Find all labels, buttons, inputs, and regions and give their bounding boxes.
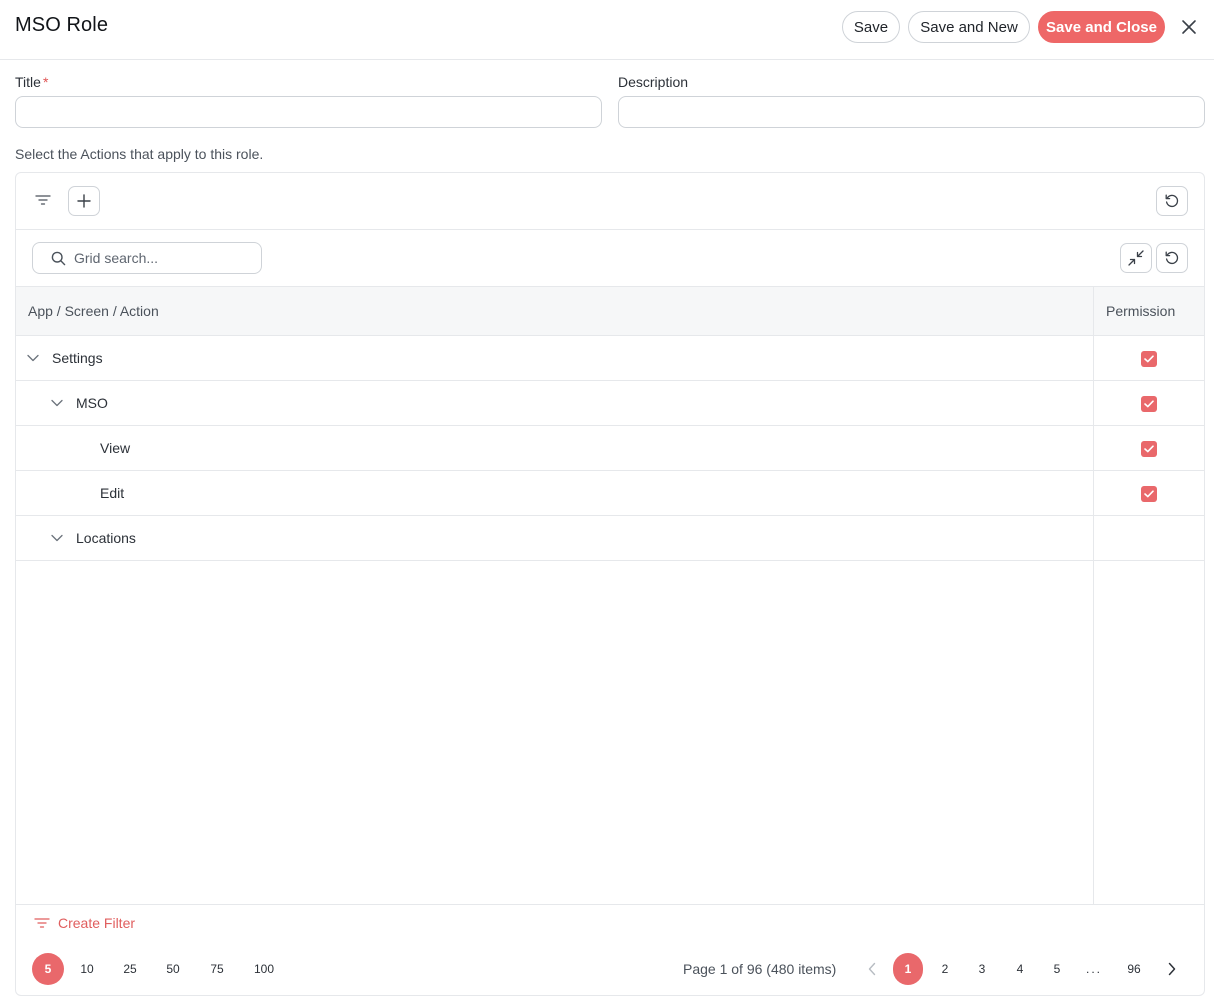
prev-page-button[interactable] xyxy=(857,953,887,985)
grid-toolbar xyxy=(16,173,1204,230)
page-title: MSO Role xyxy=(15,14,109,36)
check-icon xyxy=(1144,490,1154,498)
page-size-option[interactable]: 75 xyxy=(205,953,229,985)
page-info: Page 1 of 96 (480 items) xyxy=(683,961,837,977)
save-button[interactable]: Save xyxy=(842,11,900,43)
page-number[interactable]: 3 xyxy=(967,953,997,985)
permission-checkbox[interactable] xyxy=(1141,441,1157,457)
page-number[interactable]: 1 xyxy=(893,953,923,985)
description-label: Description xyxy=(618,74,689,90)
check-icon xyxy=(1144,400,1154,408)
page-size-option[interactable]: 25 xyxy=(118,953,142,985)
save-and-new-button[interactable]: Save and New xyxy=(908,11,1030,43)
page-size-option[interactable]: 5 xyxy=(32,953,64,985)
permissions-grid: App / Screen / Action Permission Setting… xyxy=(15,172,1205,996)
filter-lines-icon xyxy=(35,195,51,205)
page-size-option[interactable]: 50 xyxy=(161,953,185,985)
collapse-arrows-icon xyxy=(1128,250,1144,266)
search-icon xyxy=(51,251,66,265)
helper-text: Select the Actions that apply to this ro… xyxy=(15,146,264,162)
create-filter-button[interactable]: Create Filter xyxy=(34,915,135,931)
row-label: MSO xyxy=(76,395,108,411)
permission-checkbox[interactable] xyxy=(1141,486,1157,502)
page-number[interactable]: 4 xyxy=(1005,953,1035,985)
collapse-all-button[interactable] xyxy=(1120,243,1152,273)
page-ellipsis: ... xyxy=(1085,962,1102,976)
page-size-option[interactable]: 10 xyxy=(76,953,98,985)
check-icon xyxy=(1144,355,1154,363)
plus-icon xyxy=(77,194,91,208)
required-mark: * xyxy=(42,74,49,90)
close-button[interactable] xyxy=(1176,14,1202,40)
row-label: Edit xyxy=(100,485,125,501)
chevron-right-icon xyxy=(1168,962,1176,976)
description-input[interactable] xyxy=(618,96,1205,128)
table-row[interactable]: Locations xyxy=(16,516,1204,561)
grid-search-input[interactable] xyxy=(74,250,254,266)
reset-icon xyxy=(1165,251,1179,265)
pagination: 5 10 25 50 75 100 Page 1 of 96 (480 item… xyxy=(16,953,1204,985)
chevron-down-icon xyxy=(51,399,63,407)
dialog-header: MSO Role Save Save and New Save and Clos… xyxy=(0,0,1214,60)
grid-search[interactable] xyxy=(32,242,262,274)
table-row[interactable]: Edit xyxy=(16,471,1204,516)
reset-toolbar-button[interactable] xyxy=(1156,186,1188,216)
grid-footer-divider xyxy=(16,904,1204,905)
row-label: View xyxy=(100,440,131,456)
permission-checkbox[interactable] xyxy=(1141,396,1157,412)
create-filter-label: Create Filter xyxy=(58,915,136,931)
chevron-down-icon xyxy=(27,354,39,362)
chevron-down-icon xyxy=(51,534,63,542)
permission-checkbox[interactable] xyxy=(1141,351,1157,367)
page-size-option[interactable]: 100 xyxy=(249,953,279,985)
column-header-name[interactable]: App / Screen / Action xyxy=(28,303,159,319)
next-page-button[interactable] xyxy=(1157,953,1187,985)
expand-toggle[interactable] xyxy=(50,396,64,410)
row-label: Settings xyxy=(52,350,103,366)
page-number[interactable]: 2 xyxy=(930,953,960,985)
grid-header: App / Screen / Action Permission xyxy=(16,287,1204,336)
table-row[interactable]: Settings xyxy=(16,336,1204,381)
reset-icon xyxy=(1165,194,1179,208)
table-row[interactable]: View xyxy=(16,426,1204,471)
page-number[interactable]: 5 xyxy=(1042,953,1072,985)
check-icon xyxy=(1144,445,1154,453)
filter-lines-icon xyxy=(34,918,50,928)
column-header-permission[interactable]: Permission xyxy=(1106,303,1175,319)
expand-toggle[interactable] xyxy=(50,531,64,545)
add-row-button[interactable] xyxy=(68,186,100,216)
filter-toggle-button[interactable] xyxy=(32,191,54,209)
close-icon xyxy=(1182,20,1196,34)
chevron-left-icon xyxy=(868,962,876,976)
page-number[interactable]: 96 xyxy=(1119,953,1149,985)
reset-grid-button[interactable] xyxy=(1156,243,1188,273)
title-label: Title * xyxy=(15,74,49,90)
grid-search-bar xyxy=(16,230,1204,287)
row-label: Locations xyxy=(76,530,136,546)
save-and-close-button[interactable]: Save and Close xyxy=(1038,11,1165,43)
expand-toggle[interactable] xyxy=(26,351,40,365)
title-input[interactable] xyxy=(15,96,602,128)
table-row[interactable]: MSO xyxy=(16,381,1204,426)
